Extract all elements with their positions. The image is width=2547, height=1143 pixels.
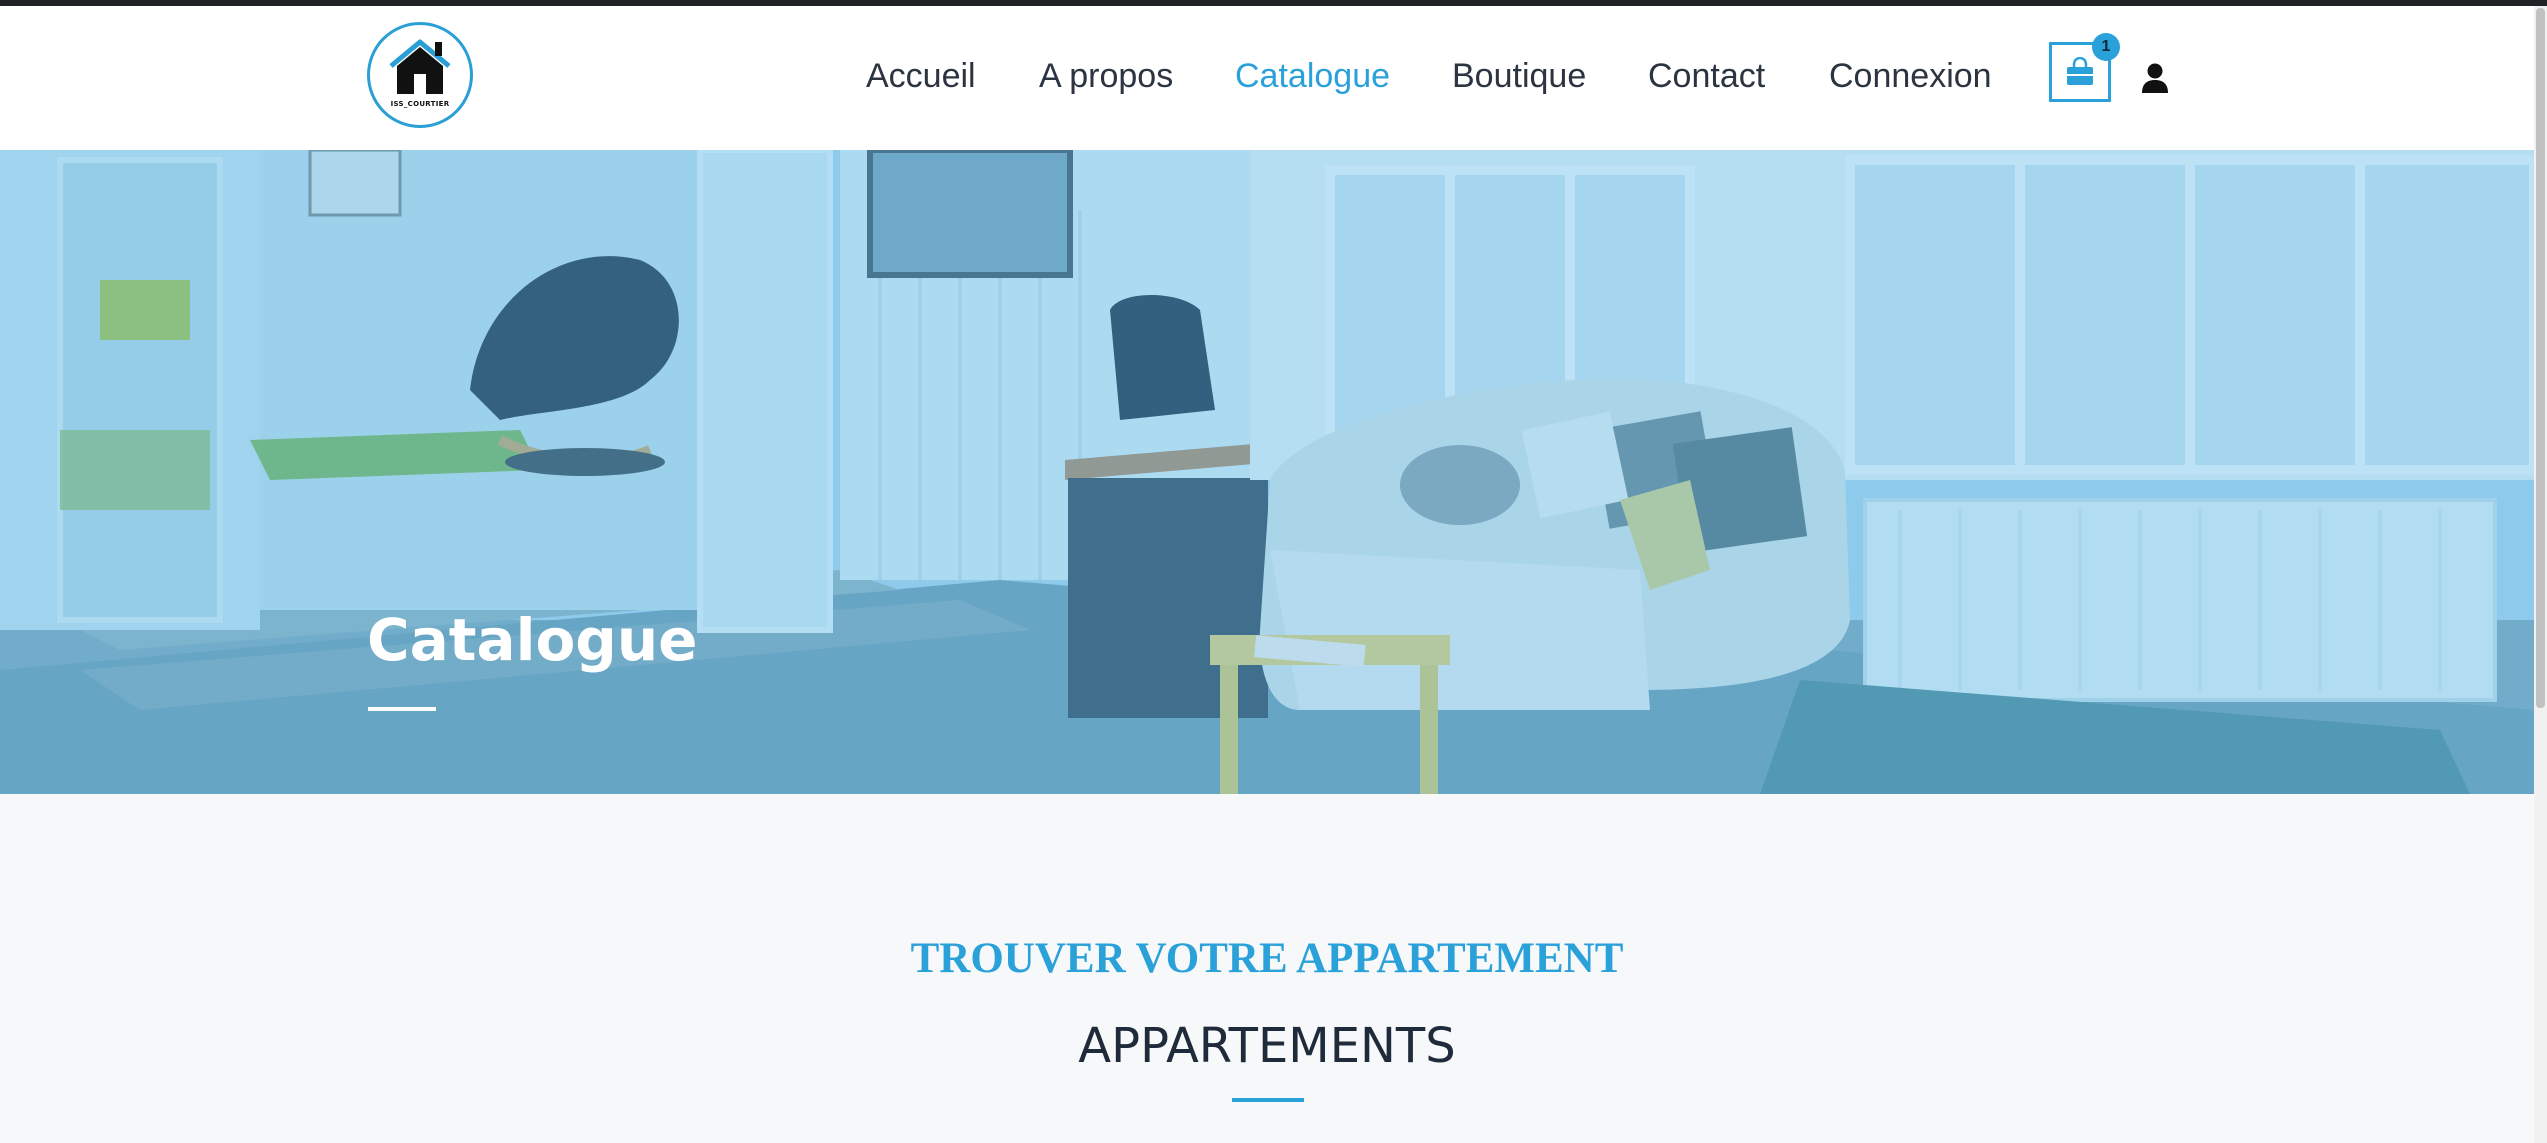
site-logo[interactable]: ISS_COURTIER xyxy=(367,22,473,128)
apartments-section: TROUVER VOTRE APPARTEMENT APPARTEMENTS xyxy=(0,794,2534,1143)
page-scrollbar[interactable] xyxy=(2534,6,2547,1143)
hero-title-underline xyxy=(368,707,436,711)
nav-item-boutique[interactable]: Boutique xyxy=(1452,57,1586,96)
nav-item-catalogue[interactable]: Catalogue xyxy=(1235,57,1390,96)
scrollbar-thumb[interactable] xyxy=(2536,8,2545,708)
nav-item-a-propos[interactable]: A propos xyxy=(1039,57,1173,96)
nav-item-connexion[interactable]: Connexion xyxy=(1829,57,1992,96)
section-kicker: TROUVER VOTRE APPARTEMENT xyxy=(910,935,1624,982)
nav-item-accueil[interactable]: Accueil xyxy=(866,57,976,96)
house-icon xyxy=(389,39,451,94)
cart-count-badge: 1 xyxy=(2092,33,2120,61)
hero-banner: Catalogue xyxy=(0,150,2534,794)
hero-title: Catalogue xyxy=(367,606,698,674)
section-title: APPARTEMENTS xyxy=(1078,1018,1456,1074)
section-title-underline xyxy=(1232,1098,1304,1102)
logo-text: ISS_COURTIER xyxy=(390,100,450,108)
user-icon[interactable] xyxy=(2140,62,2170,94)
cart-button[interactable]: 1 xyxy=(2049,33,2120,102)
shopping-bag-icon xyxy=(2067,57,2093,85)
hero-overlay xyxy=(0,150,2534,794)
site-header: ISS_COURTIER Accueil A propos Catalogue … xyxy=(0,6,2534,150)
nav-item-contact[interactable]: Contact xyxy=(1648,57,1765,96)
